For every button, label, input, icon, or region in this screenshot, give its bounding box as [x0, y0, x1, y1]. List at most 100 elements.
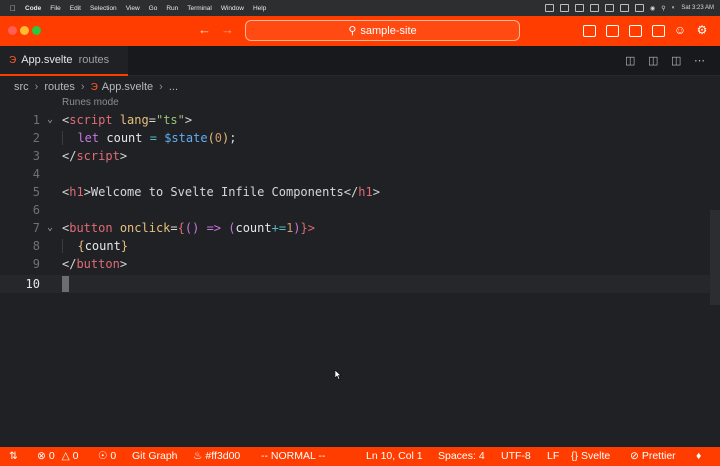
- apple-icon[interactable]: : [10, 4, 16, 13]
- toggle-secondary-sidebar-icon[interactable]: [629, 25, 642, 37]
- svelte-icon: Э: [90, 81, 98, 93]
- customize-layout-icon[interactable]: [652, 25, 665, 37]
- account-icon[interactable]: ☺: [673, 23, 687, 37]
- tray-icon[interactable]: [575, 4, 585, 12]
- tray-icon[interactable]: [545, 4, 555, 12]
- code-text[interactable]: <h1>Welcome to Svelte Infile Components<…: [62, 183, 380, 201]
- chevron-right-icon: ›: [34, 81, 39, 93]
- code-line: 2 let count = $state(0);: [0, 129, 710, 147]
- breadcrumb: src › routes › Э App.svelte › ...: [14, 80, 178, 94]
- color-value: #ff3d00: [205, 450, 241, 462]
- line-number: 7: [32, 221, 40, 235]
- split-editor-icon[interactable]: ◫: [671, 54, 681, 67]
- cursor-position[interactable]: Ln 10, Col 1: [366, 449, 423, 464]
- code-line: 5 <h1>Welcome to Svelte Infile Component…: [0, 183, 710, 201]
- vertical-scrollbar[interactable]: [710, 210, 720, 305]
- code-line: 8 {count}: [0, 237, 710, 255]
- fold-chevron-icon[interactable]: ⌄: [47, 111, 53, 129]
- end-of-line[interactable]: LF: [547, 449, 559, 464]
- chevron-right-icon: ›: [159, 81, 163, 93]
- code-line: 4: [0, 165, 710, 183]
- color-indicator[interactable]: ♨ #ff3d00: [193, 449, 240, 464]
- line-number: 8: [32, 239, 40, 253]
- menu-selection[interactable]: Selection: [90, 5, 117, 12]
- tab-app-svelte[interactable]: Э App.svelte routes: [0, 46, 128, 76]
- code-text[interactable]: </script>: [62, 147, 127, 165]
- code-text[interactable]: <button onclick={() => (count+=1)}>: [62, 219, 315, 237]
- breadcrumb-item-routes[interactable]: routes: [44, 81, 75, 93]
- code-text[interactable]: <script lang="ts">: [62, 111, 192, 129]
- menu-go[interactable]: Go: [149, 5, 158, 12]
- broadcast-icon: ☉: [98, 450, 108, 462]
- breadcrumb-item-file[interactable]: App.svelte: [102, 81, 153, 93]
- control-center-icon[interactable]: ◐: [672, 5, 676, 11]
- error-count: 0: [48, 450, 55, 462]
- line-number: 2: [32, 131, 40, 145]
- indentation[interactable]: Spaces: 4: [438, 449, 485, 464]
- menu-view[interactable]: View: [126, 5, 140, 12]
- tray-icon[interactable]: [560, 4, 570, 12]
- battery-icon[interactable]: [635, 4, 645, 12]
- code-line: 3 </script>: [0, 147, 710, 165]
- minimize-window-button[interactable]: [20, 26, 29, 35]
- paint-icon: ♨: [193, 450, 203, 462]
- notifications-bell-icon[interactable]: ♦: [696, 449, 701, 464]
- command-center-search[interactable]: ⚲ sample-site: [245, 20, 520, 41]
- code-text[interactable]: let count = $state(0);: [62, 129, 237, 147]
- menu-edit[interactable]: Edit: [70, 5, 81, 12]
- code-line: 10: [0, 275, 710, 293]
- close-window-button[interactable]: [8, 26, 17, 35]
- menu-code[interactable]: Code: [25, 5, 41, 12]
- line-number: 1: [32, 113, 40, 127]
- encoding[interactable]: UTF-8: [501, 449, 531, 464]
- tab-label: App.svelte: [21, 54, 73, 66]
- tray-icon[interactable]: [590, 4, 600, 12]
- menu-terminal[interactable]: Terminal: [187, 5, 212, 12]
- line-number: 3: [32, 149, 40, 163]
- back-arrow-icon[interactable]: ←: [198, 22, 211, 37]
- line-number: 9: [32, 257, 40, 271]
- braces-icon: {}: [571, 450, 579, 462]
- status-bar: ⇅ ⊗ 0 △ 0 ☉ 0 Git Graph ♨ #ff3d00 -- NORMAL …: [0, 447, 720, 466]
- menu-help[interactable]: Help: [253, 5, 266, 12]
- clock[interactable]: Sat 3:23 AM: [681, 5, 714, 11]
- zoom-window-button[interactable]: [32, 26, 41, 35]
- prettier-status[interactable]: ⊘ Prettier: [630, 449, 676, 464]
- menu-file[interactable]: File: [50, 5, 60, 12]
- editor-tab-bar: Э App.svelte routes ◫ ◫ ◫ ⋯: [0, 46, 720, 76]
- svelte-icon: Э: [9, 54, 17, 66]
- ports-indicator[interactable]: ☉ 0: [98, 449, 116, 464]
- breadcrumb-item-more[interactable]: ...: [169, 81, 178, 93]
- forward-arrow-icon[interactable]: →: [221, 22, 234, 37]
- block-cursor: [62, 276, 69, 292]
- tab-description: routes: [78, 54, 110, 66]
- more-actions-icon[interactable]: ⋯: [694, 54, 705, 67]
- fold-chevron-icon[interactable]: ⌄: [47, 219, 53, 237]
- breadcrumb-item-src[interactable]: src: [14, 81, 29, 93]
- tray-icon[interactable]: [620, 4, 630, 12]
- settings-gear-icon[interactable]: ⚙: [695, 23, 709, 37]
- code-text[interactable]: </button>: [62, 255, 127, 273]
- search-icon[interactable]: ⚲: [661, 5, 665, 12]
- codelens-runes-mode[interactable]: Runes mode: [62, 97, 119, 108]
- wifi-icon[interactable]: ◉: [650, 5, 655, 12]
- toggle-primary-sidebar-icon[interactable]: [583, 25, 596, 37]
- language-mode[interactable]: {} Svelte: [571, 449, 610, 464]
- prettier-label: Prettier: [641, 450, 676, 462]
- line-number: 6: [32, 203, 40, 217]
- remote-indicator-icon[interactable]: ⇅: [9, 449, 18, 464]
- code-line: 6: [0, 201, 710, 219]
- tray-icon[interactable]: [605, 4, 615, 12]
- problems-indicator[interactable]: ⊗ 0 △ 0: [37, 449, 79, 464]
- code-text[interactable]: {count}: [62, 237, 128, 255]
- open-preview-icon[interactable]: ◫: [625, 54, 635, 67]
- toggle-panel-icon[interactable]: [606, 25, 619, 37]
- command-center-label: sample-site: [360, 24, 417, 37]
- vim-mode[interactable]: -- NORMAL --: [261, 449, 325, 464]
- open-changes-icon[interactable]: ◫: [648, 54, 658, 67]
- git-graph-button[interactable]: Git Graph: [132, 449, 178, 464]
- warning-icon: △: [61, 450, 70, 462]
- line-number: 5: [32, 185, 40, 199]
- menu-window[interactable]: Window: [221, 5, 244, 12]
- menu-run[interactable]: Run: [166, 5, 178, 12]
